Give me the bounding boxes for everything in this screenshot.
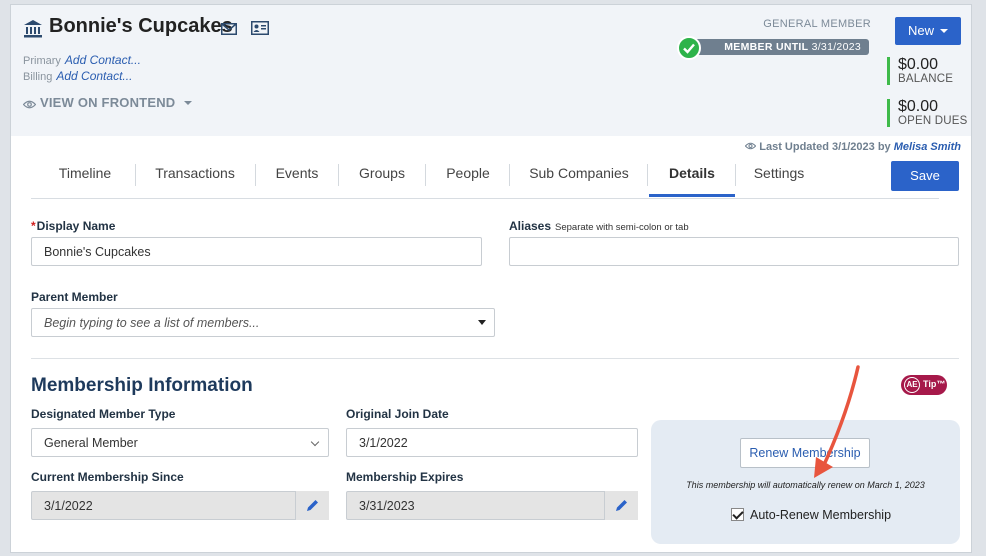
ae-tip-badge[interactable]: AE Tip™: [901, 375, 947, 395]
current-since-value: 3/1/2022: [44, 499, 93, 513]
member-type-label: Designated Member Type: [31, 407, 176, 421]
tab-people[interactable]: People: [437, 157, 499, 197]
new-dropdown-button[interactable]: New: [895, 17, 961, 45]
parent-member-label: Parent Member: [31, 290, 118, 304]
caret-down-icon[interactable]: [478, 320, 486, 325]
primary-add-contact-link[interactable]: Add Contact...: [65, 53, 141, 67]
member-type-select[interactable]: General Member: [31, 428, 329, 457]
open-dues-summary: $0.00 OPEN DUES: [887, 99, 968, 127]
member-until-date: 3/31/2023: [811, 41, 861, 53]
chevron-down-icon: [184, 101, 193, 105]
balance-summary: $0.00 BALANCE: [887, 57, 953, 85]
expires-label: Membership Expires: [346, 470, 464, 484]
tab-transactions[interactable]: Transactions: [145, 157, 245, 197]
member-tier: GENERAL MEMBER: [763, 18, 871, 30]
join-date-value: 3/1/2022: [359, 436, 408, 450]
auto-renew-checkbox[interactable]: [731, 508, 744, 521]
chevron-down-icon: [310, 437, 320, 447]
caret-down-icon: [940, 29, 948, 33]
display-name-label-text: Display Name: [36, 219, 116, 233]
app-frame: Bonnie's Cupcakes Primary Add Contact... …: [10, 4, 972, 553]
active-check-icon: [677, 36, 701, 60]
contact-card-icon[interactable]: [251, 21, 269, 35]
renew-membership-button[interactable]: Renew Membership: [740, 438, 870, 468]
edit-current-since-button[interactable]: [295, 491, 329, 520]
primary-contact-row: Primary Add Contact...: [23, 53, 141, 67]
tab-divider: [735, 164, 736, 186]
renew-panel: Renew Membership This membership will au…: [651, 420, 960, 544]
pencil-icon: [307, 500, 318, 511]
open-dues-amount: $0.00: [898, 98, 939, 115]
auto-renew-note: This membership will automatically renew…: [686, 480, 925, 490]
eye-icon: [22, 100, 37, 109]
aliases-label-text: Aliases: [509, 219, 552, 233]
auto-renew-option[interactable]: Auto-Renew Membership: [731, 508, 891, 522]
last-updated-text: Last Updated 3/1/2023 by: [759, 141, 891, 153]
parent-member-placeholder: Begin typing to see a list of members...: [44, 316, 260, 330]
expires-input: 3/31/2023: [346, 491, 638, 520]
org-name: Bonnie's Cupcakes: [49, 15, 233, 37]
last-updated: Last Updated 3/1/2023 by Melisa Smith: [744, 141, 961, 153]
tip-label: Tip™: [923, 379, 946, 389]
building-icon: [24, 20, 42, 38]
member-until-badge: MEMBER UNTIL 3/31/2023: [697, 39, 869, 55]
tab-groups[interactable]: Groups: [349, 157, 415, 197]
tab-events[interactable]: Events: [267, 157, 327, 197]
aliases-input[interactable]: [509, 237, 959, 266]
tab-divider: [338, 164, 339, 186]
view-on-frontend-label: VIEW ON FRONTEND: [40, 95, 176, 110]
tab-divider: [509, 164, 510, 186]
aliases-label: Aliases Separate with semi-colon or tab: [509, 219, 689, 233]
primary-label: Primary: [23, 55, 61, 67]
tab-divider: [425, 164, 426, 186]
ae-logo-icon: AE: [904, 377, 920, 393]
tab-details[interactable]: Details: [649, 157, 735, 197]
member-header: Bonnie's Cupcakes Primary Add Contact... …: [11, 5, 971, 136]
eye-icon: [744, 142, 757, 150]
mail-icon[interactable]: [221, 23, 237, 35]
billing-contact-row: Billing Add Contact...: [23, 69, 132, 83]
tab-divider: [255, 164, 256, 186]
billing-label: Billing: [23, 71, 53, 83]
tab-timeline[interactable]: Timeline: [45, 157, 125, 197]
billing-add-contact-link[interactable]: Add Contact...: [56, 69, 132, 83]
parent-member-input[interactable]: Begin typing to see a list of members...: [31, 308, 495, 337]
pencil-icon: [616, 500, 627, 511]
balance-label: BALANCE: [898, 73, 954, 85]
expires-value: 3/31/2023: [359, 499, 415, 513]
tab-settings[interactable]: Settings: [743, 157, 815, 197]
current-since-label: Current Membership Since: [31, 470, 184, 484]
membership-section-title: Membership Information: [31, 375, 253, 396]
current-since-input: 3/1/2022: [31, 491, 329, 520]
section-divider: [31, 358, 959, 359]
save-button[interactable]: Save: [891, 161, 959, 191]
tab-divider: [135, 164, 136, 186]
view-on-frontend-link[interactable]: VIEW ON FRONTEND: [22, 95, 193, 110]
join-date-label: Original Join Date: [346, 407, 449, 421]
balance-amount: $0.00: [898, 56, 939, 73]
last-updated-user[interactable]: Melisa Smith: [894, 141, 961, 153]
display-name-label: *Display Name: [31, 219, 115, 233]
join-date-input[interactable]: 3/1/2022: [346, 428, 638, 457]
display-name-value: Bonnie's Cupcakes: [44, 245, 151, 259]
tab-sub-companies[interactable]: Sub Companies: [521, 157, 637, 197]
new-button-label: New: [907, 23, 934, 38]
aliases-hint: Separate with semi-colon or tab: [555, 222, 689, 233]
tab-divider: [647, 164, 648, 186]
member-type-value: General Member: [44, 436, 138, 450]
display-name-input[interactable]: Bonnie's Cupcakes: [31, 237, 482, 266]
member-until-label: MEMBER UNTIL: [724, 41, 809, 53]
auto-renew-label: Auto-Renew Membership: [750, 508, 892, 522]
edit-expires-button[interactable]: [604, 491, 638, 520]
detail-tabs: Timeline Transactions Events Groups Peop…: [31, 157, 939, 199]
open-dues-label: OPEN DUES: [898, 115, 968, 127]
required-marker: *: [31, 219, 36, 233]
